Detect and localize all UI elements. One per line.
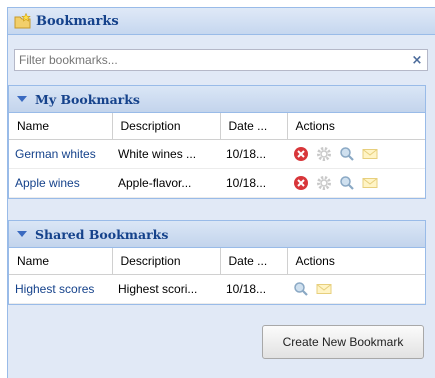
panel-title: Bookmarks <box>36 13 119 29</box>
table-row: German whites White wines ... 10/18... <box>9 139 425 169</box>
bookmark-date: 10/18... <box>220 168 287 198</box>
email-icon[interactable] <box>362 146 378 162</box>
create-new-bookmark-button[interactable]: Create New Bookmark <box>262 325 424 359</box>
row-actions <box>293 175 419 191</box>
magnifier-icon[interactable] <box>293 281 309 297</box>
magnifier-icon[interactable] <box>339 146 355 162</box>
panel-header: Bookmarks <box>8 8 435 35</box>
my-bookmarks-header[interactable]: My Bookmarks <box>9 86 425 113</box>
bookmark-name-link[interactable]: Highest scores <box>15 282 94 296</box>
delete-icon[interactable] <box>293 146 309 162</box>
my-bookmarks-section: My Bookmarks Name Description Date ... A… <box>8 85 426 199</box>
bookmark-name-link[interactable]: Apple wines <box>15 176 80 190</box>
gear-icon[interactable] <box>316 175 332 191</box>
table-row: Highest scores Highest scori... 10/18... <box>9 274 425 304</box>
delete-icon[interactable] <box>293 175 309 191</box>
collapse-triangle-icon[interactable] <box>17 96 27 102</box>
column-header-date[interactable]: Date ... <box>220 248 288 275</box>
table-row: Apple wines Apple-flavor... 10/18... <box>9 168 425 198</box>
my-bookmarks-table: Name Description Date ... Actions German… <box>9 113 425 198</box>
bookmark-description: Apple-flavor... <box>112 168 220 198</box>
bookmark-date: 10/18... <box>220 139 287 169</box>
email-icon[interactable] <box>316 281 332 297</box>
column-header-description[interactable]: Description <box>112 248 221 275</box>
table-header-row: Name Description Date ... Actions <box>9 248 425 275</box>
collapse-triangle-icon[interactable] <box>17 231 27 237</box>
gear-icon[interactable] <box>316 146 332 162</box>
shared-bookmarks-header[interactable]: Shared Bookmarks <box>9 221 425 248</box>
column-header-name[interactable]: Name <box>9 113 113 140</box>
row-actions <box>293 146 419 162</box>
row-actions <box>293 281 419 297</box>
column-header-date[interactable]: Date ... <box>220 113 288 140</box>
column-header-name[interactable]: Name <box>9 248 113 275</box>
filter-input[interactable] <box>15 53 407 67</box>
bookmark-date: 10/18... <box>220 274 287 304</box>
bookmark-description: White wines ... <box>112 139 220 169</box>
filter-field[interactable]: × <box>14 49 428 71</box>
section-title: Shared Bookmarks <box>35 226 169 242</box>
column-header-actions: Actions <box>287 248 425 275</box>
magnifier-icon[interactable] <box>339 175 355 191</box>
bookmark-name-link[interactable]: German whites <box>15 147 96 161</box>
shared-bookmarks-table: Name Description Date ... Actions Highes… <box>9 248 425 304</box>
clear-filter-button[interactable]: × <box>407 53 427 68</box>
table-header-row: Name Description Date ... Actions <box>9 113 425 140</box>
bookmark-description: Highest scori... <box>112 274 220 304</box>
email-icon[interactable] <box>362 175 378 191</box>
column-header-actions: Actions <box>287 113 425 140</box>
column-header-description[interactable]: Description <box>112 113 221 140</box>
shared-bookmarks-section: Shared Bookmarks Name Description Date .… <box>8 220 426 305</box>
section-title: My Bookmarks <box>35 91 140 107</box>
folder-star-icon <box>14 13 31 29</box>
